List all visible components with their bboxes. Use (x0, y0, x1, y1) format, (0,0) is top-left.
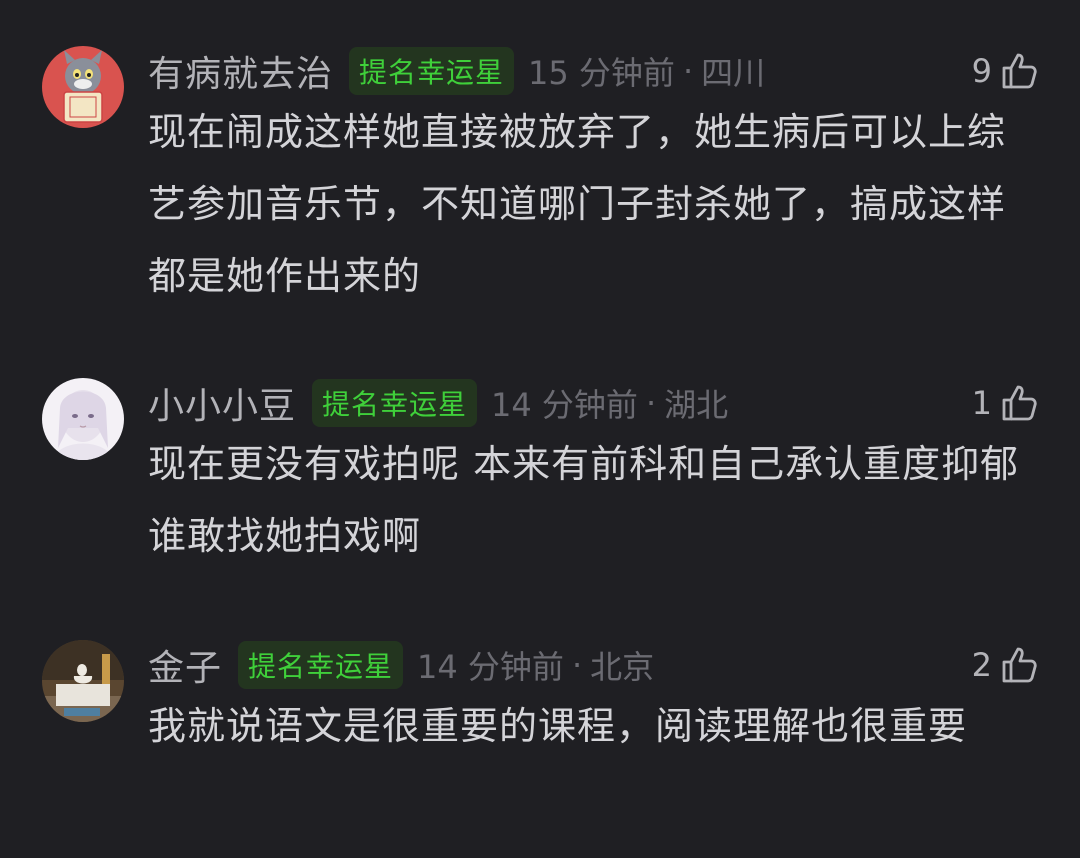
lucky-star-badge: 提名幸运星 (312, 379, 478, 427)
thumbs-up-icon (1002, 647, 1037, 683)
comment-list: 有病就去治 提名幸运星 15 分钟前 · 四川 9 现在闹成这样她直接被放弃了，… (0, 0, 1080, 858)
username[interactable]: 小小小豆 (148, 377, 296, 429)
thumbs-up-icon (1002, 53, 1037, 89)
avatar[interactable] (42, 378, 124, 460)
meta-separator: · (571, 646, 583, 684)
comment-location: 湖北 (664, 386, 729, 424)
comment-time: 14 分钟前 (417, 648, 564, 686)
comment-header: 小小小豆 提名幸运星 14 分钟前 · 湖北 (148, 378, 728, 428)
username[interactable]: 有病就去治 (148, 45, 333, 97)
like-count: 1 (971, 384, 992, 422)
comment-location: 北京 (590, 648, 655, 686)
comment-header: 金子 提名幸运星 14 分钟前 · 北京 (148, 640, 654, 690)
comment-location: 四川 (701, 54, 766, 92)
like-count: 2 (971, 646, 992, 684)
lucky-star-badge: 提名幸运星 (349, 47, 515, 95)
like-count: 9 (971, 52, 992, 90)
anime-girl-avatar-icon (42, 378, 124, 460)
tom-cat-avatar-icon (42, 46, 124, 128)
comment-text: 现在闹成这样她直接被放弃了，她生病后可以上综艺参加音乐节，不知道哪门子封杀她了，… (148, 110, 1007, 298)
comment-text: 我就说语文是很重要的课程，阅读理解也很重要 (148, 704, 968, 748)
like-button[interactable]: 9 (972, 46, 1040, 96)
comment-time: 14 分钟前 (491, 386, 638, 424)
avatar[interactable] (42, 640, 124, 722)
like-button[interactable]: 2 (972, 640, 1040, 690)
comment-header: 有病就去治 提名幸运星 15 分钟前 · 四川 (148, 46, 765, 96)
lucky-star-badge: 提名幸运星 (238, 641, 404, 689)
thumbs-up-icon (1002, 385, 1037, 421)
comment-text: 现在更没有戏拍呢 本来有前科和自己承认重度抑郁谁敢找她拍戏啊 (148, 442, 1020, 558)
comment-time: 15 分钟前 (528, 54, 675, 92)
like-button[interactable]: 1 (972, 378, 1040, 428)
meta-separator: · (682, 52, 694, 90)
statue-avatar-icon (42, 640, 124, 722)
meta-separator: · (645, 384, 657, 422)
username[interactable]: 金子 (148, 639, 222, 691)
avatar[interactable] (42, 46, 124, 128)
